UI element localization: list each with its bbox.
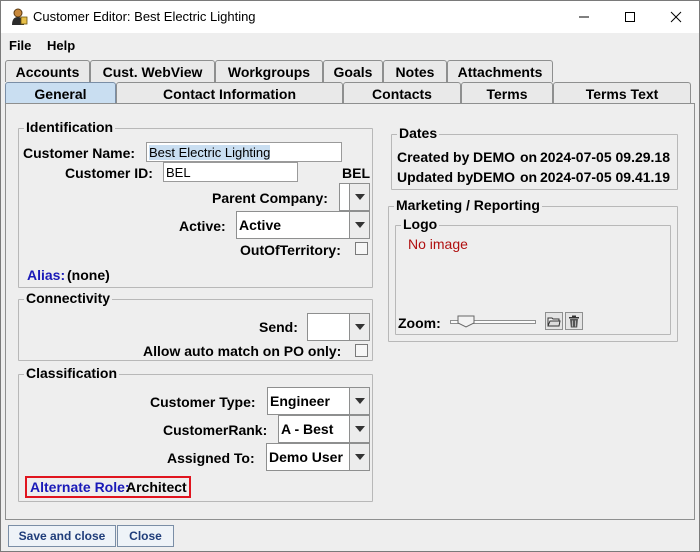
connectivity-title: Connectivity xyxy=(24,290,113,306)
customer-type-label: Customer Type: xyxy=(150,394,256,410)
minimize-button[interactable] xyxy=(561,1,607,33)
open-folder-button[interactable] xyxy=(545,312,563,330)
maximize-button[interactable] xyxy=(607,1,653,33)
alias-label[interactable]: Alias: xyxy=(27,267,65,283)
tab-goals[interactable]: Goals xyxy=(323,60,383,82)
classification-title: Classification xyxy=(24,365,120,381)
tab-contact-information[interactable]: Contact Information xyxy=(116,82,343,104)
updated-date: 2024-07-05 09.41.19 xyxy=(540,169,670,185)
tab-contacts[interactable]: Contacts xyxy=(343,82,461,104)
tab-accounts[interactable]: Accounts xyxy=(5,60,90,82)
alternate-role-highlight: Alternate Role: Architect xyxy=(25,476,191,498)
open-folder-icon xyxy=(547,317,561,326)
maximize-icon xyxy=(625,12,635,22)
close-icon xyxy=(670,11,682,23)
chevron-down-icon[interactable] xyxy=(349,314,369,340)
customer-editor-window: Customer Editor: Best Electric Lighting … xyxy=(0,0,700,552)
auto-match-checkbox[interactable] xyxy=(355,344,368,357)
auto-match-label: Allow auto match on PO only: xyxy=(143,343,342,359)
customer-id-value: BEL xyxy=(166,165,191,180)
tab-general[interactable]: General xyxy=(5,82,116,104)
alternate-role-label[interactable]: Alternate Role: xyxy=(30,479,130,495)
send-select[interactable] xyxy=(307,313,370,341)
menu-bar: File Help xyxy=(1,33,699,57)
customer-name-field[interactable]: Best Electric Lighting xyxy=(146,142,342,162)
close-button[interactable]: Close xyxy=(117,525,174,547)
updated-on-label: on xyxy=(520,169,538,185)
menu-file[interactable]: File xyxy=(9,38,31,53)
zoom-slider[interactable] xyxy=(450,315,536,328)
tab-terms-text[interactable]: Terms Text xyxy=(553,82,691,104)
customer-rank-label: CustomerRank: xyxy=(163,422,268,438)
customer-id-suffix: BEL xyxy=(342,165,370,181)
assigned-to-select[interactable]: Demo User xyxy=(266,443,370,471)
tab-workgroups[interactable]: Workgroups xyxy=(215,60,323,82)
customer-person-icon xyxy=(12,8,28,25)
updated-by-label: Updated by xyxy=(397,169,474,185)
connectivity-group: Connectivity Send: Allow auto match on P… xyxy=(18,290,373,361)
customer-name-label: Customer Name: xyxy=(23,145,136,161)
alias-value: (none) xyxy=(67,267,110,283)
close-window-button[interactable] xyxy=(653,1,699,33)
updated-by-user: DEMO xyxy=(473,169,515,185)
window-title: Customer Editor: Best Electric Lighting xyxy=(33,9,256,24)
created-by-label: Created by xyxy=(397,149,470,165)
marketing-group: Marketing / Reporting Logo No image Zoom… xyxy=(388,197,678,342)
marketing-title: Marketing / Reporting xyxy=(394,197,542,213)
customer-rank-select[interactable]: A - Best xyxy=(278,415,370,443)
customer-id-label: Customer ID: xyxy=(65,165,153,181)
out-of-territory-checkbox[interactable] xyxy=(355,242,368,255)
trash-icon xyxy=(569,315,579,327)
title-bar: Customer Editor: Best Electric Lighting xyxy=(1,1,699,33)
assigned-to-label: Assigned To: xyxy=(167,450,255,466)
send-label: Send: xyxy=(259,319,298,335)
classification-group: Classification Customer Type: Engineer C… xyxy=(18,365,373,502)
tab-attachments[interactable]: Attachments xyxy=(447,60,553,82)
customer-rank-value: A - Best xyxy=(281,421,334,437)
created-on-label: on xyxy=(520,149,538,165)
save-and-close-button[interactable]: Save and close xyxy=(8,525,116,547)
parent-company-label: Parent Company: xyxy=(212,190,328,206)
alternate-role-value: Architect xyxy=(126,479,187,495)
dates-title: Dates xyxy=(397,125,440,141)
created-date: 2024-07-05 09.29.18 xyxy=(540,149,670,165)
assigned-to-value: Demo User xyxy=(269,449,343,465)
customer-type-value: Engineer xyxy=(270,393,330,409)
delete-logo-button[interactable] xyxy=(565,312,583,330)
identification-group: Identification Customer Name: Best Elect… xyxy=(18,119,373,288)
active-label: Active: xyxy=(179,218,226,234)
zoom-label: Zoom: xyxy=(398,315,441,331)
chevron-down-icon[interactable] xyxy=(349,212,369,238)
tab-terms[interactable]: Terms xyxy=(461,82,553,104)
parent-company-select[interactable] xyxy=(339,183,370,211)
customer-name-value: Best Electric Lighting xyxy=(149,145,271,160)
logo-group: Logo No image Zoom: xyxy=(395,216,671,335)
customer-type-select[interactable]: Engineer xyxy=(267,387,370,415)
identification-title: Identification xyxy=(24,119,116,135)
created-by-user: DEMO xyxy=(473,149,515,165)
dates-group: Dates Created by DEMO on 2024-07-05 09.2… xyxy=(391,125,678,190)
active-select[interactable]: Active xyxy=(236,211,370,239)
chevron-down-icon[interactable] xyxy=(349,444,369,470)
logo-title: Logo xyxy=(401,216,440,232)
tab-notes[interactable]: Notes xyxy=(383,60,447,82)
menu-help[interactable]: Help xyxy=(47,38,75,53)
customer-id-field[interactable]: BEL xyxy=(163,162,298,182)
out-of-territory-label: OutOfTerritory: xyxy=(240,242,341,258)
chevron-down-icon[interactable] xyxy=(349,388,369,414)
general-tab-panel: Identification Customer Name: Best Elect… xyxy=(5,103,695,520)
chevron-down-icon[interactable] xyxy=(349,184,369,210)
zoom-slider-thumb[interactable] xyxy=(457,315,475,328)
minimize-icon xyxy=(579,16,589,18)
no-image-text: No image xyxy=(408,236,468,252)
chevron-down-icon[interactable] xyxy=(349,416,369,442)
tab-cust-webview[interactable]: Cust. WebView xyxy=(90,60,215,82)
active-value: Active xyxy=(239,217,282,233)
